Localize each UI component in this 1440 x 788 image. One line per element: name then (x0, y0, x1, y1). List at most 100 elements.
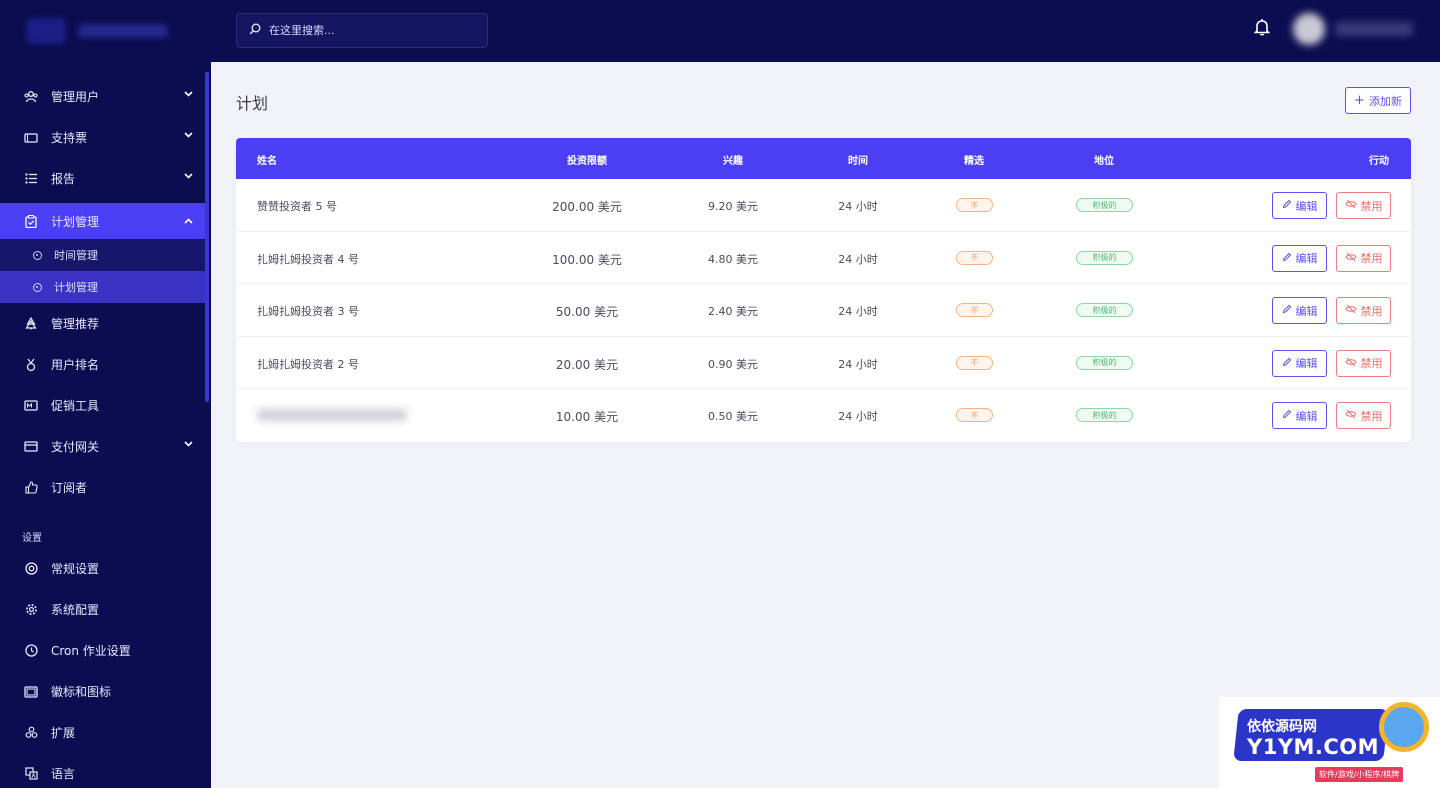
sidebar-item-user-ranking[interactable]: 用户排名 (0, 344, 205, 385)
sidebar-item-reports[interactable]: 报告 (0, 158, 205, 199)
pencil-icon (1282, 252, 1292, 265)
featured-badge: 不 (956, 303, 993, 317)
magnifier-icon (1379, 702, 1429, 752)
plan-time: 24 小时 (838, 357, 878, 371)
plan-name: 赞赞投资者 5 号 (257, 200, 337, 213)
chevron-down-icon (184, 439, 193, 450)
puzzle-icon (24, 726, 38, 740)
lifebuoy-icon (24, 562, 38, 576)
sidebar-section-settings: 设置 (22, 533, 42, 544)
sidebar-item-label: 管理用户 (51, 90, 100, 104)
sidebar-item-system-config[interactable]: 系统配置 (0, 589, 205, 630)
disable-button[interactable]: 禁用 (1336, 349, 1391, 377)
edit-label: 编辑 (1295, 304, 1318, 318)
sidebar-subitem-time-management[interactable]: 时间管理 (0, 239, 205, 271)
edit-label: 编辑 (1295, 409, 1318, 423)
search-box[interactable] (236, 13, 488, 48)
edit-button[interactable]: 编辑 (1272, 297, 1327, 324)
sidebar-item-subscribers[interactable]: 订阅者 (0, 467, 205, 508)
eye-slash-icon (1344, 357, 1357, 370)
sidebar-item-label: 常规设置 (51, 562, 100, 576)
sidebar-subitem-label: 时间管理 (54, 249, 98, 262)
disable-button[interactable]: 禁用 (1336, 402, 1391, 429)
disable-button[interactable]: 禁用 (1336, 297, 1391, 324)
sidebar-item-label: 用户排名 (51, 358, 100, 372)
disable-label: 禁用 (1360, 199, 1383, 213)
sidebar-menu: 管理用户 支持票 报告 计划管理 时间管理 计划管理 管理推荐 用户排名 促销工… (0, 76, 205, 788)
sidebar-item-label: 语言 (51, 767, 76, 781)
header-actions: 行动 (1369, 156, 1389, 167)
clock-icon (24, 644, 38, 658)
disable-label: 禁用 (1360, 252, 1383, 265)
status-badge: 积极的 (1076, 303, 1133, 317)
page-title: 计划 (236, 94, 269, 113)
edit-button[interactable]: 编辑 (1272, 349, 1327, 377)
plan-time: 24 小时 (838, 305, 878, 318)
topbar (211, 0, 1440, 62)
header-name: 姓名 (257, 156, 277, 167)
sidebar-item-promotion-tools[interactable]: 促销工具 (0, 385, 205, 426)
sidebar-item-language[interactable]: 语言 (0, 753, 205, 788)
sidebar-item-label: 支持票 (51, 131, 88, 145)
sidebar: 管理用户 支持票 报告 计划管理 时间管理 计划管理 管理推荐 用户排名 促销工… (0, 0, 211, 788)
plan-name: 扎姆扎姆投资者 3 号 (257, 305, 359, 318)
sidebar-item-label: 报告 (51, 172, 76, 186)
edit-button[interactable]: 编辑 (1272, 402, 1327, 429)
plan-name: 扎姆扎姆投资者 4 号 (257, 252, 359, 266)
sidebar-item-plan-management[interactable]: 计划管理 (0, 203, 205, 239)
featured-badge: 不 (956, 250, 993, 265)
eye-slash-icon (1344, 304, 1357, 317)
chevron-down-icon (184, 171, 193, 182)
featured-badge: 不 (956, 355, 993, 370)
gear-icon (24, 603, 38, 617)
edit-button[interactable]: 编辑 (1272, 192, 1327, 219)
thumbs-up-icon (24, 481, 38, 495)
pencil-icon (1282, 409, 1292, 422)
tree-icon (24, 317, 38, 331)
sidebar-scrollbar[interactable] (205, 72, 209, 402)
eye-slash-icon (1344, 252, 1357, 265)
disable-button[interactable]: 禁用 (1336, 192, 1391, 219)
plans-table: 姓名 投资限额 兴趣 时间 精选 地位 行动 赞赞投资者 5 号 200.00 … (236, 138, 1411, 442)
header-invest-limit: 投资限额 (567, 156, 607, 167)
user-name-blurred[interactable] (1335, 22, 1413, 36)
plan-interest: 0.50 美元 (708, 410, 758, 423)
bell-icon[interactable] (1253, 18, 1271, 36)
image-icon (24, 685, 38, 699)
sidebar-subitem-plan-management[interactable]: 计划管理 (0, 271, 205, 303)
avatar[interactable] (1293, 13, 1325, 45)
table-header: 姓名 投资限额 兴趣 时间 精选 地位 行动 (236, 138, 1411, 179)
sidebar-item-manage-users[interactable]: 管理用户 (0, 76, 205, 117)
sidebar-item-general-settings[interactable]: 常规设置 (0, 548, 205, 589)
list-icon (24, 172, 38, 186)
disable-button[interactable]: 禁用 (1336, 244, 1391, 272)
plan-interest: 2.40 美元 (708, 305, 758, 318)
logo[interactable] (0, 0, 211, 62)
plan-interest: 4.80 美元 (708, 252, 758, 266)
sidebar-item-cron-settings[interactable]: Cron 作业设置 (0, 630, 205, 671)
header-time: 时间 (848, 156, 868, 167)
edit-label: 编辑 (1295, 199, 1318, 213)
ticket-icon (24, 131, 38, 145)
sidebar-item-manage-referrals[interactable]: 管理推荐 (0, 303, 205, 344)
plan-time: 24 小时 (838, 200, 878, 213)
edit-button[interactable]: 编辑 (1272, 244, 1327, 272)
edit-label: 编辑 (1295, 357, 1318, 370)
main-content: 计划 + 添加新 姓名 投资限额 兴趣 时间 精选 地位 行动 赞赞投资者 5 … (211, 62, 1440, 788)
add-new-button[interactable]: + 添加新 (1345, 87, 1411, 114)
search-input[interactable] (269, 24, 469, 37)
sidebar-item-logo-icons[interactable]: 徽标和图标 (0, 671, 205, 712)
plan-limit: 10.00 美元 (555, 410, 619, 424)
disable-label: 禁用 (1360, 409, 1383, 423)
sidebar-item-support-tickets[interactable]: 支持票 (0, 117, 205, 158)
sidebar-item-label: 促销工具 (51, 399, 100, 413)
chevron-up-icon (184, 216, 193, 227)
eye-slash-icon (1344, 199, 1357, 212)
language-icon (24, 767, 38, 781)
sidebar-item-payment-gateways[interactable]: 支付网关 (0, 426, 205, 467)
status-badge: 积极的 (1076, 250, 1133, 265)
plan-time: 24 小时 (838, 252, 878, 266)
logo-mark (26, 18, 66, 44)
sidebar-item-extensions[interactable]: 扩展 (0, 712, 205, 753)
plan-limit: 200.00 美元 (552, 200, 622, 214)
